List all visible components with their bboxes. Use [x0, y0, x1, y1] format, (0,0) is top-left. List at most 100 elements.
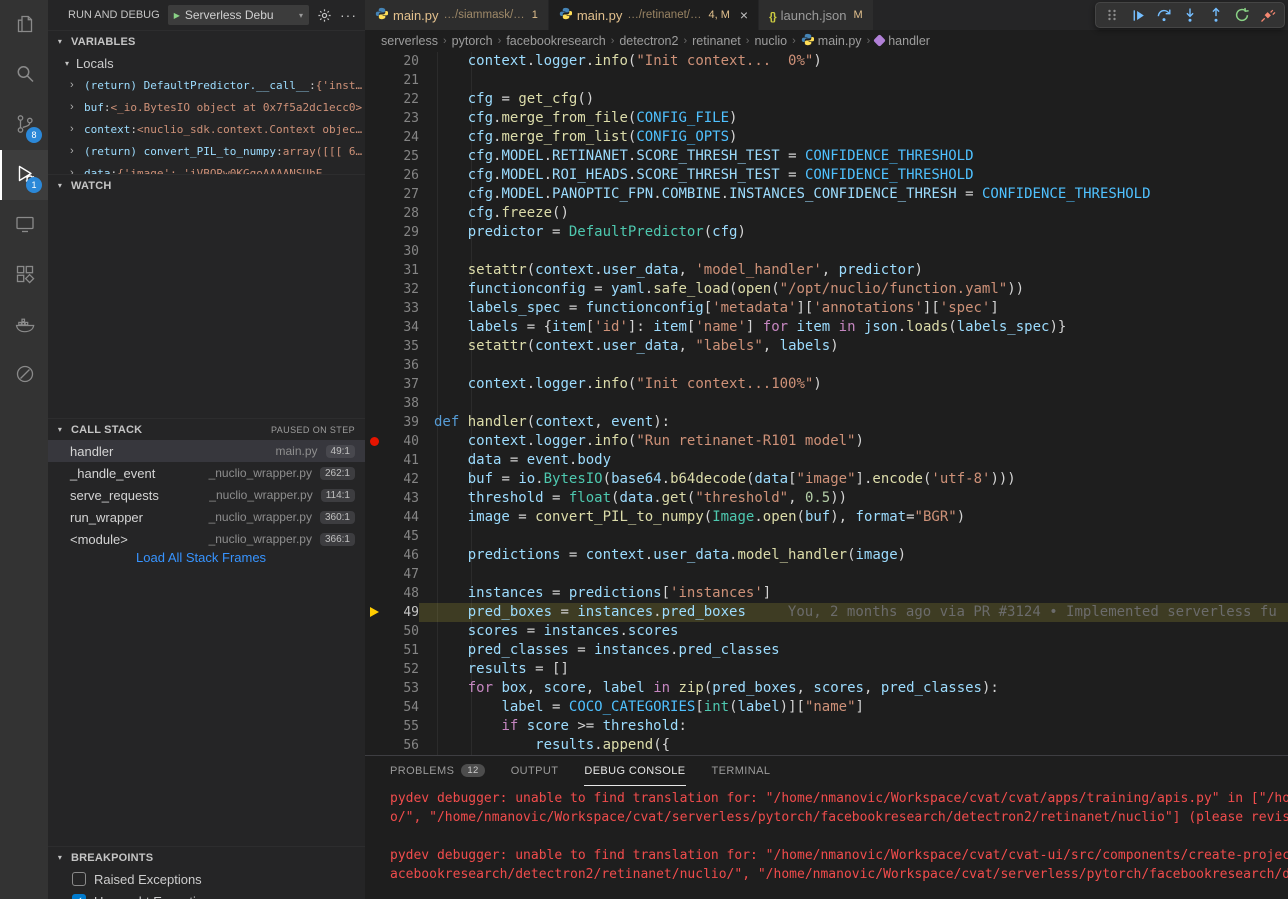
activity-docker-button[interactable]	[0, 300, 48, 350]
panel-tab-problems[interactable]: PROBLEMS12	[390, 756, 485, 786]
callstack-frame[interactable]: serve_requests_nuclio_wrapper.py114:1	[48, 484, 365, 506]
gutter-breakpoint-margin[interactable]	[365, 90, 387, 109]
more-actions-icon[interactable]: ···	[340, 7, 357, 23]
callstack-frame[interactable]: handlermain.py49:1	[48, 440, 365, 462]
variable-row[interactable]: ›data: {'image': 'iVBORw0KGgoAAAANSUhE…	[48, 162, 365, 174]
gutter-breakpoint-margin[interactable]	[365, 660, 387, 679]
activity-run-and-debug-button[interactable]: 1	[0, 150, 48, 200]
step-over-button[interactable]	[1152, 4, 1176, 26]
callstack-frame[interactable]: run_wrapper_nuclio_wrapper.py360:1	[48, 506, 365, 528]
start-debugging-icon[interactable]: ▶	[174, 11, 180, 20]
code-line: 38	[365, 394, 1288, 413]
gutter-breakpoint-margin[interactable]	[365, 546, 387, 565]
gutter-breakpoint-margin[interactable]	[365, 584, 387, 603]
load-all-stack-frames-link[interactable]: Load All Stack Frames	[48, 550, 365, 570]
panel-tab-terminal[interactable]: TERMINAL	[712, 756, 771, 786]
gutter-breakpoint-margin[interactable]	[365, 603, 387, 622]
code-line: 52 results = []	[365, 660, 1288, 679]
gutter-breakpoint-margin[interactable]	[365, 432, 387, 451]
editor-tab[interactable]: main.py…/siammask/…1	[365, 0, 549, 30]
breakpoint-row[interactable]: Raised Exceptions	[48, 868, 365, 890]
editor-tab[interactable]: {}launch.jsonM	[759, 0, 874, 30]
gutter-breakpoint-margin[interactable]	[365, 375, 387, 394]
drag-handle-button[interactable]	[1100, 4, 1124, 26]
callstack-section-header[interactable]: ▾ CALL STACK PAUSED ON STEP	[48, 418, 365, 440]
activity-explorer-button[interactable]	[0, 0, 48, 50]
code-text: context.logger.info("Run retinanet-R101 …	[419, 432, 1288, 451]
gutter-breakpoint-margin[interactable]	[365, 736, 387, 755]
panel-tab-debug-console[interactable]: DEBUG CONSOLE	[584, 756, 685, 786]
gutter-breakpoint-margin[interactable]	[365, 261, 387, 280]
continue-button[interactable]	[1126, 4, 1150, 26]
callstack-frame[interactable]: <module>_nuclio_wrapper.py366:1	[48, 528, 365, 550]
code-line: 41 data = event.body	[365, 451, 1288, 470]
activity-plugin-button[interactable]	[0, 350, 48, 400]
disconnect-button[interactable]	[1256, 4, 1280, 26]
gutter-breakpoint-margin[interactable]	[365, 128, 387, 147]
gutter-breakpoint-margin[interactable]	[365, 698, 387, 717]
variable-row[interactable]: ›(return) DefaultPredictor.__call__: {'i…	[48, 74, 365, 96]
gutter-breakpoint-margin[interactable]	[365, 356, 387, 375]
breakpoints-section-header[interactable]: ▾ BREAKPOINTS	[48, 846, 365, 868]
gutter-breakpoint-margin[interactable]	[365, 394, 387, 413]
gear-icon[interactable]	[317, 8, 332, 23]
gutter-breakpoint-margin[interactable]	[365, 337, 387, 356]
code-line: 20 context.logger.info("Init context... …	[365, 52, 1288, 71]
gutter-breakpoint-margin[interactable]	[365, 508, 387, 527]
gutter-breakpoint-margin[interactable]	[365, 299, 387, 318]
step-into-button[interactable]	[1178, 4, 1202, 26]
launch-config-dropdown[interactable]: ▶ Serverless Debu ▾	[168, 5, 309, 25]
breadcrumb-item[interactable]: main.py	[801, 33, 862, 49]
gutter-breakpoint-margin[interactable]	[365, 185, 387, 204]
gutter-breakpoint-margin[interactable]	[365, 679, 387, 698]
close-icon[interactable]: ×	[740, 8, 748, 22]
gutter-breakpoint-margin[interactable]	[365, 717, 387, 736]
gutter-breakpoint-margin[interactable]	[365, 451, 387, 470]
gutter-breakpoint-margin[interactable]	[365, 71, 387, 90]
gutter-breakpoint-margin[interactable]	[365, 223, 387, 242]
gutter-breakpoint-margin[interactable]	[365, 166, 387, 185]
variable-row[interactable]: ›(return) convert_PIL_to_numpy: array([[…	[48, 140, 365, 162]
gutter-breakpoint-margin[interactable]	[365, 204, 387, 223]
breadcrumb-item[interactable]: serverless	[381, 34, 438, 48]
activity-remote-explorer-button[interactable]	[0, 200, 48, 250]
callstack-frame[interactable]: _handle_event_nuclio_wrapper.py262:1	[48, 462, 365, 484]
activity-search-button[interactable]	[0, 50, 48, 100]
variable-row[interactable]: ›context: <nuclio_sdk.context.Context ob…	[48, 118, 365, 140]
gutter-breakpoint-margin[interactable]	[365, 527, 387, 546]
variables-scope-locals[interactable]: ▾Locals	[48, 52, 365, 74]
breakpoint-checkbox[interactable]: ✓	[72, 894, 86, 899]
breakpoint-row[interactable]: ✓Uncaught Exceptions	[48, 890, 365, 899]
restart-button[interactable]	[1230, 4, 1254, 26]
panel-tab-output[interactable]: OUTPUT	[511, 756, 559, 786]
gutter-breakpoint-margin[interactable]	[365, 565, 387, 584]
gutter-breakpoint-margin[interactable]	[365, 641, 387, 660]
breadcrumb-item[interactable]: facebookresearch	[506, 34, 605, 48]
gutter-breakpoint-margin[interactable]	[365, 622, 387, 641]
breadcrumb-item[interactable]: nuclio	[754, 34, 787, 48]
gutter-breakpoint-margin[interactable]	[365, 318, 387, 337]
breadcrumb-item[interactable]: handler	[875, 34, 930, 48]
gutter-breakpoint-margin[interactable]	[365, 109, 387, 128]
activity-source-control-button[interactable]: 8	[0, 100, 48, 150]
gutter-breakpoint-margin[interactable]	[365, 52, 387, 71]
breakpoint-checkbox[interactable]	[72, 872, 86, 886]
frame-name: handler	[70, 444, 113, 459]
code-line: 27 cfg.MODEL.PANOPTIC_FPN.COMBINE.INSTAN…	[365, 185, 1288, 204]
gutter-breakpoint-margin[interactable]	[365, 280, 387, 299]
watch-section-header[interactable]: ▾ WATCH	[48, 174, 365, 196]
variables-section-header[interactable]: ▾ VARIABLES	[48, 30, 365, 52]
gutter-breakpoint-margin[interactable]	[365, 413, 387, 432]
gutter-breakpoint-margin[interactable]	[365, 489, 387, 508]
breadcrumb-item[interactable]: pytorch	[452, 34, 493, 48]
activity-extensions-button[interactable]	[0, 250, 48, 300]
breadcrumb-item[interactable]: detectron2	[619, 34, 678, 48]
variable-row[interactable]: ›buf: <_io.BytesIO object at 0x7f5a2dc1e…	[48, 96, 365, 118]
gutter-breakpoint-margin[interactable]	[365, 470, 387, 489]
step-out-button[interactable]	[1204, 4, 1228, 26]
breadcrumb-item[interactable]: retinanet	[692, 34, 741, 48]
editor-tab[interactable]: main.py…/retinanet/…4, M×	[549, 0, 759, 30]
code-line: 53 for box, score, label in zip(pred_box…	[365, 679, 1288, 698]
gutter-breakpoint-margin[interactable]	[365, 242, 387, 261]
gutter-breakpoint-margin[interactable]	[365, 147, 387, 166]
